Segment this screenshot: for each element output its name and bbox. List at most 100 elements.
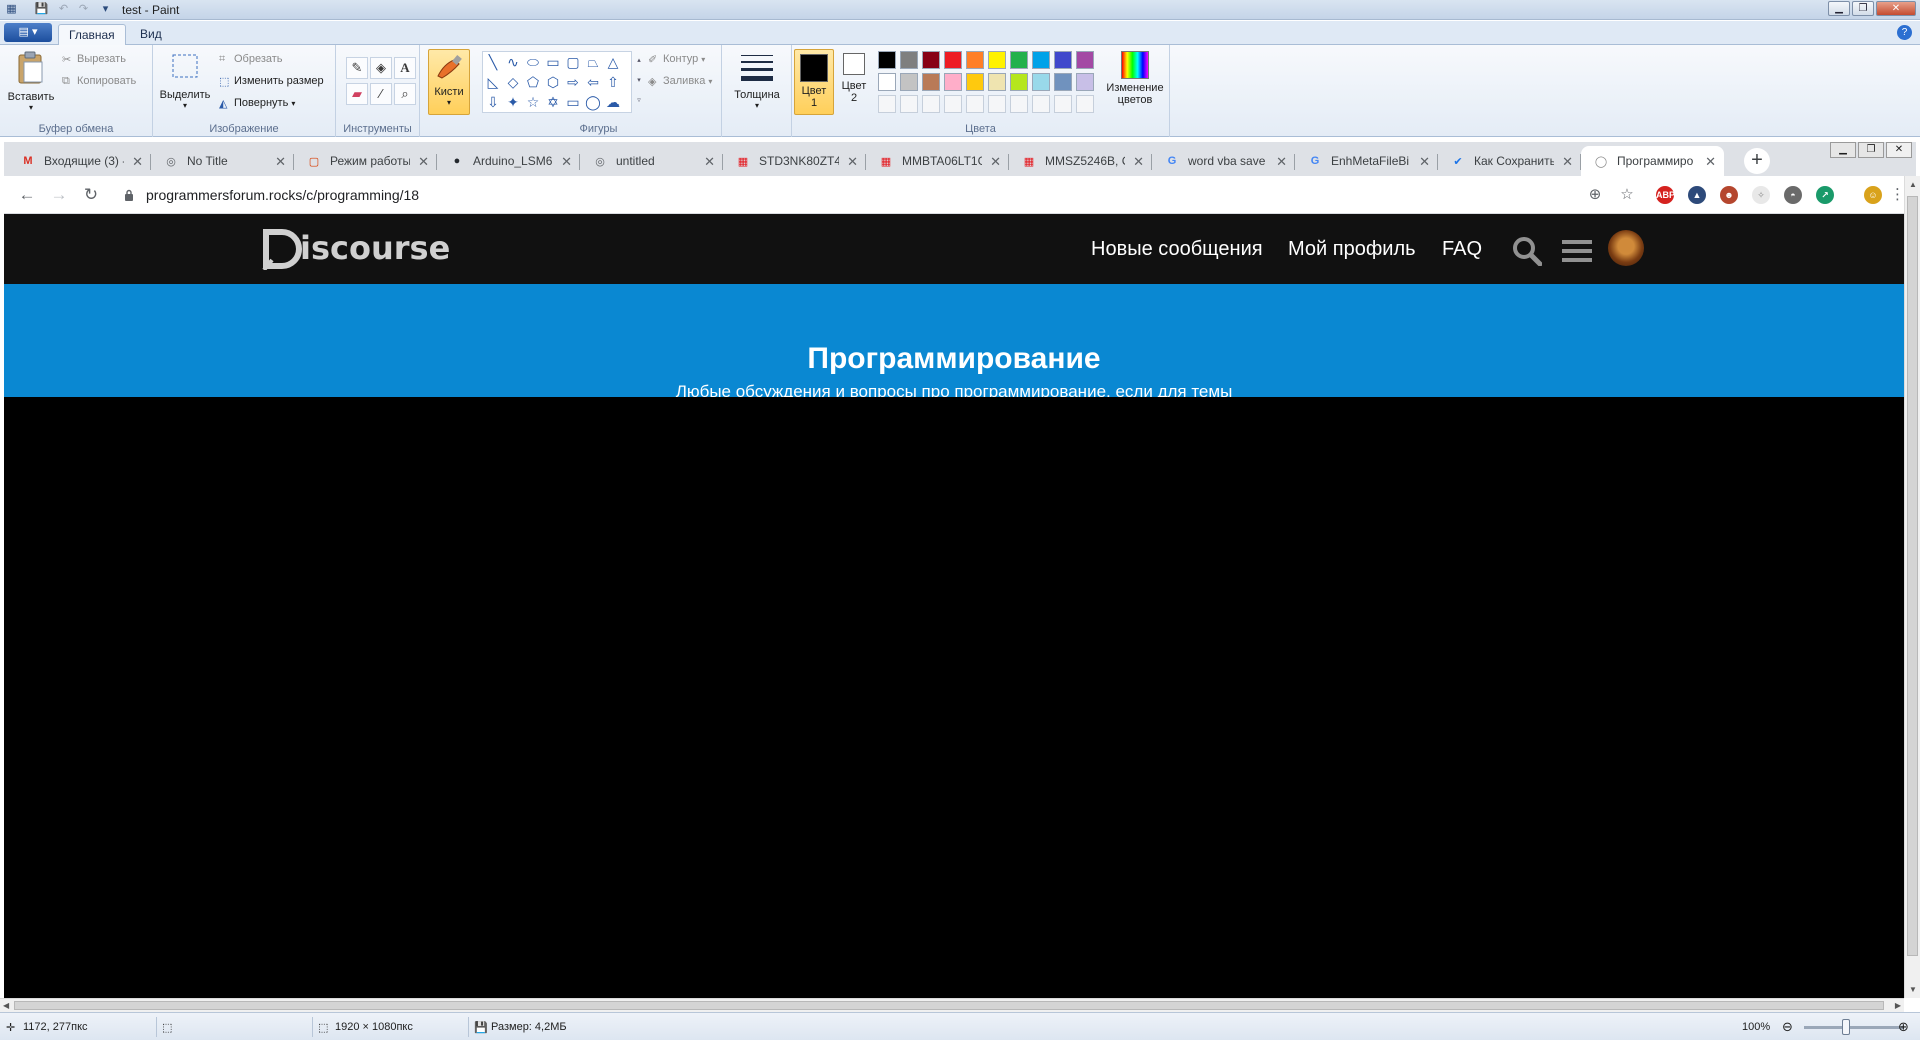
size-button[interactable]: Толщина ▾: [730, 51, 784, 110]
horizontal-scrollbar[interactable]: ◀ ▶: [0, 998, 1904, 1012]
crop-button[interactable]: ⌗ Обрезать: [219, 53, 283, 65]
add-to-desktop-icon[interactable]: ⊕: [1584, 184, 1606, 206]
outline-button[interactable]: ✐ Контур ▾: [648, 53, 705, 66]
user-avatar[interactable]: [1608, 230, 1644, 266]
pencil-icon[interactable]: ✎: [346, 57, 368, 79]
four-point-star-shape-icon[interactable]: ✦: [505, 94, 521, 110]
maximize-button[interactable]: ❐: [1852, 1, 1874, 16]
close-tab-icon[interactable]: ✕: [1705, 154, 1716, 170]
browser-tab[interactable]: ◎ No Title ✕: [151, 146, 294, 176]
browser-tab[interactable]: M Входящие (3) - ✕: [8, 146, 151, 176]
help-icon[interactable]: ?: [1897, 25, 1912, 40]
palette-swatch[interactable]: [944, 51, 962, 69]
minimize-button[interactable]: ▁: [1828, 1, 1850, 16]
select-button[interactable]: Выделить ▾: [157, 51, 213, 110]
redo-icon[interactable]: ↷: [76, 2, 91, 17]
palette-swatch[interactable]: [966, 51, 984, 69]
right-arrow-shape-icon[interactable]: ⇨: [565, 74, 581, 90]
fill-bucket-icon[interactable]: ◈: [370, 57, 392, 79]
close-tab-icon[interactable]: ✕: [990, 154, 1001, 170]
file-menu-button[interactable]: ▤ ▾: [4, 23, 52, 42]
browser-tab[interactable]: G EnhMetaFileBi ✕: [1295, 146, 1438, 176]
nav-faq[interactable]: FAQ: [1442, 238, 1482, 261]
browser-close-button[interactable]: ✕: [1886, 142, 1912, 158]
custom-color-slot[interactable]: [922, 95, 940, 113]
custom-color-slot[interactable]: [1076, 95, 1094, 113]
left-arrow-shape-icon[interactable]: ⇦: [585, 74, 601, 90]
scroll-down-icon[interactable]: ▼: [1909, 985, 1917, 994]
new-tab-button[interactable]: +: [1744, 148, 1770, 174]
triangle-shape-icon[interactable]: △: [605, 54, 621, 70]
custom-color-slot[interactable]: [1032, 95, 1050, 113]
five-point-star-shape-icon[interactable]: ☆: [525, 94, 541, 110]
close-button[interactable]: ✕: [1876, 1, 1916, 16]
palette-swatch[interactable]: [900, 73, 918, 91]
palette-swatch[interactable]: [988, 73, 1006, 91]
curve-shape-icon[interactable]: ∿: [505, 54, 521, 70]
scroll-left-icon[interactable]: ◀: [3, 1001, 9, 1010]
paste-button[interactable]: Вставить ▾: [6, 51, 56, 112]
browser-tab[interactable]: ▦ MMBTA06LT1G ✕: [866, 146, 1009, 176]
vertical-scrollbar[interactable]: ▲ ▼: [1904, 176, 1920, 998]
palette-swatch[interactable]: [1076, 73, 1094, 91]
right-triangle-shape-icon[interactable]: ◺: [485, 74, 501, 90]
browser-minimize-button[interactable]: ▁: [1830, 142, 1856, 158]
search-icon[interactable]: [1512, 236, 1542, 266]
text-tool-icon[interactable]: A: [394, 57, 416, 79]
palette-swatch[interactable]: [966, 73, 984, 91]
callout-cloud-shape-icon[interactable]: ☁: [605, 94, 621, 110]
browser-tab[interactable]: ● Arduino_LSM6 ✕: [437, 146, 580, 176]
up-arrow-shape-icon[interactable]: ⇧: [605, 74, 621, 90]
scroll-up-icon[interactable]: ▲: [1909, 180, 1917, 189]
address-bar-url[interactable]: programmersforum.rocks/c/programming/18: [146, 187, 419, 203]
close-tab-icon[interactable]: ✕: [561, 154, 572, 170]
scroll-right-icon[interactable]: ▶: [1895, 1001, 1901, 1010]
palette-swatch[interactable]: [1032, 73, 1050, 91]
rectangle-shape-icon[interactable]: ▭: [545, 54, 561, 70]
rounded-rectangle-shape-icon[interactable]: ▢: [565, 54, 581, 70]
brushes-button[interactable]: Кисти ▾: [428, 49, 470, 115]
hexagon-shape-icon[interactable]: ⬡: [545, 74, 561, 90]
tab-home[interactable]: Главная: [58, 24, 126, 45]
browser-menu-icon[interactable]: ⋮: [1890, 184, 1905, 206]
palette-swatch[interactable]: [988, 51, 1006, 69]
zoom-out-icon[interactable]: ⊖: [1782, 1019, 1793, 1035]
extension-chart-icon[interactable]: ↗: [1816, 186, 1834, 204]
callout-rect-shape-icon[interactable]: ▭: [565, 94, 581, 110]
forward-icon[interactable]: →: [48, 184, 70, 206]
bookmark-star-icon[interactable]: ☆: [1616, 184, 1638, 206]
custom-color-slot[interactable]: [944, 95, 962, 113]
palette-swatch[interactable]: [1076, 51, 1094, 69]
custom-color-slot[interactable]: [988, 95, 1006, 113]
line-shape-icon[interactable]: ╲: [485, 54, 501, 70]
close-tab-icon[interactable]: ✕: [704, 154, 715, 170]
browser-tab[interactable]: ◯ Программиро ✕: [1581, 146, 1724, 176]
eraser-icon[interactable]: ▰: [346, 83, 368, 105]
browser-maximize-button[interactable]: ❐: [1858, 142, 1884, 158]
callout-oval-shape-icon[interactable]: ◯: [585, 94, 601, 110]
hamburger-menu-icon[interactable]: [1562, 238, 1592, 264]
edit-colors-button[interactable]: Изменение цветов: [1104, 51, 1166, 106]
palette-swatch[interactable]: [1054, 73, 1072, 91]
save-icon[interactable]: 💾: [34, 2, 49, 17]
custom-color-slot[interactable]: [966, 95, 984, 113]
custom-color-slot[interactable]: [1054, 95, 1072, 113]
lock-icon[interactable]: [124, 189, 134, 201]
cut-button[interactable]: ✂ Вырезать: [62, 53, 126, 66]
browser-tab[interactable]: ◎ untitled ✕: [580, 146, 723, 176]
extension-avatar-icon[interactable]: ☻: [1720, 186, 1738, 204]
rotate-button[interactable]: ◭ Повернуть ▾: [219, 97, 295, 110]
palette-swatch[interactable]: [1054, 51, 1072, 69]
polygon-shape-icon[interactable]: ⏢: [585, 54, 601, 70]
palette-swatch[interactable]: [878, 73, 896, 91]
shapes-scroll[interactable]: ▴ ▾ ▿: [634, 51, 644, 113]
extension-drive-icon[interactable]: ▲: [1688, 186, 1706, 204]
palette-swatch[interactable]: [878, 51, 896, 69]
nav-new-posts[interactable]: Новые сообщения: [1091, 238, 1263, 261]
custom-color-slot[interactable]: [878, 95, 896, 113]
browser-tab[interactable]: Gword vba save ✕: [1152, 146, 1295, 176]
close-tab-icon[interactable]: ✕: [1562, 154, 1573, 170]
undo-icon[interactable]: ↶: [56, 2, 71, 17]
palette-swatch[interactable]: [944, 73, 962, 91]
close-tab-icon[interactable]: ✕: [1133, 154, 1144, 170]
